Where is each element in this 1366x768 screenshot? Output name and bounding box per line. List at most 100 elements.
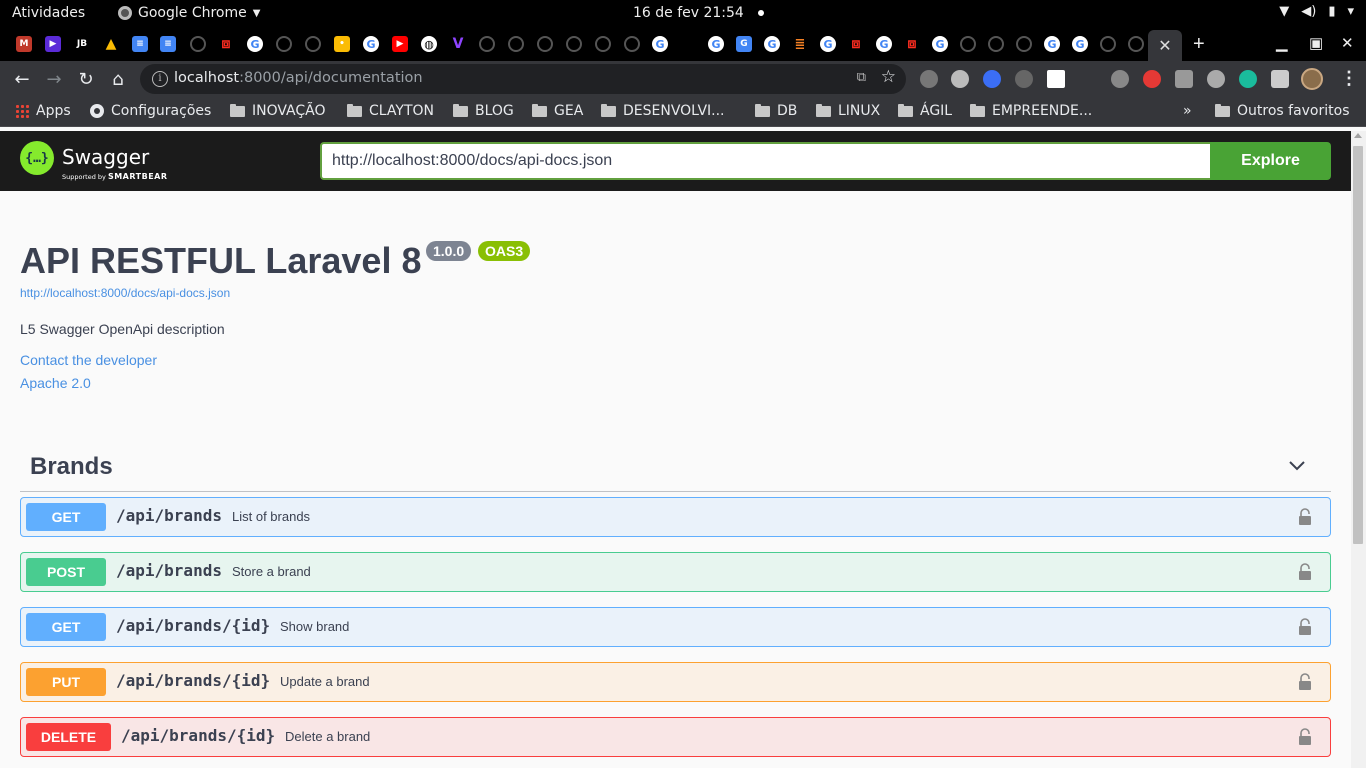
minimize-window-icon[interactable]: ▁ bbox=[1276, 34, 1288, 52]
browser-menu-icon[interactable]: ⋮ bbox=[1340, 68, 1358, 89]
extension-check-icon[interactable] bbox=[983, 70, 1001, 88]
maximize-window-icon[interactable]: ▣ bbox=[1309, 34, 1323, 52]
bookmark-folder[interactable]: INOVAÇÃO bbox=[230, 103, 326, 119]
lock-icon[interactable] bbox=[1298, 673, 1312, 691]
github-tab-icon[interactable] bbox=[595, 36, 611, 52]
translate-tab-icon[interactable]: G bbox=[736, 36, 752, 52]
back-button[interactable]: ← bbox=[9, 66, 35, 92]
extension-icon[interactable] bbox=[920, 70, 938, 88]
spec-url-input[interactable] bbox=[320, 142, 1212, 180]
bookmark-folder[interactable]: EMPREENDE... bbox=[970, 103, 1092, 119]
bookmark-folder[interactable]: ÁGIL bbox=[898, 103, 952, 119]
globe-tab-icon[interactable]: ◍ bbox=[421, 36, 437, 52]
system-tray[interactable]: ▼ ◀) ▮ ▾ bbox=[1279, 4, 1354, 19]
close-tab-icon[interactable]: ✕ bbox=[1158, 36, 1171, 56]
google-tab-icon[interactable]: G bbox=[247, 36, 263, 52]
operation-delete-brand[interactable]: DELETE /api/brands/{id} Delete a brand bbox=[20, 717, 1331, 757]
app-menu[interactable]: Google Chrome ▼ bbox=[118, 5, 260, 21]
play-tab-icon[interactable]: ▶ bbox=[45, 36, 61, 52]
lock-icon[interactable] bbox=[1298, 728, 1312, 746]
google-tab-icon[interactable]: G bbox=[764, 36, 780, 52]
address-url[interactable]: localhost:8000/api/documentation bbox=[174, 70, 423, 86]
github-tab-icon[interactable] bbox=[276, 36, 292, 52]
dropbox-extension-icon[interactable] bbox=[1015, 70, 1033, 88]
github-tab-icon[interactable] bbox=[624, 36, 640, 52]
docs-tab-icon[interactable]: ≡ bbox=[132, 36, 148, 52]
google-tab-icon[interactable]: G bbox=[708, 36, 724, 52]
extension-gear-icon[interactable] bbox=[951, 70, 969, 88]
lock-icon[interactable] bbox=[1298, 563, 1312, 581]
bookmark-folder[interactable]: DESENVOLVI... bbox=[601, 103, 725, 119]
github-tab-icon[interactable] bbox=[1128, 36, 1144, 52]
github-tab-icon[interactable] bbox=[960, 36, 976, 52]
gmail-tab-icon[interactable]: M bbox=[16, 36, 32, 52]
forward-button[interactable]: → bbox=[41, 66, 67, 92]
translate-icon[interactable]: ⧉ bbox=[857, 69, 866, 85]
google-tab-icon[interactable]: G bbox=[652, 36, 668, 52]
bookmark-folder[interactable]: DB bbox=[755, 103, 797, 119]
home-button[interactable]: ⌂ bbox=[105, 66, 131, 92]
jetbrains-tab-icon[interactable]: JB bbox=[74, 36, 90, 52]
drive-tab-icon[interactable]: ▲ bbox=[103, 36, 119, 52]
chevron-down-icon[interactable] bbox=[1287, 455, 1307, 475]
bookmark-folder[interactable]: CLAYTON bbox=[347, 103, 434, 119]
github-tab-icon[interactable] bbox=[305, 36, 321, 52]
extension-camera-icon[interactable] bbox=[1175, 70, 1193, 88]
docs-tab-icon[interactable]: ≡ bbox=[160, 36, 176, 52]
explore-button[interactable]: Explore bbox=[1210, 142, 1331, 180]
google-tab-icon[interactable]: G bbox=[1044, 36, 1060, 52]
extension-hand-icon[interactable] bbox=[1143, 70, 1161, 88]
active-tab[interactable]: ✕ bbox=[1148, 30, 1182, 61]
scroll-up-arrow-icon[interactable] bbox=[1354, 133, 1362, 138]
reload-button[interactable]: ↻ bbox=[73, 66, 99, 92]
spec-link[interactable]: http://localhost:8000/docs/api-docs.json bbox=[20, 286, 230, 300]
github-tab-icon[interactable] bbox=[508, 36, 524, 52]
google-tab-icon[interactable]: G bbox=[932, 36, 948, 52]
github-tab-icon[interactable] bbox=[566, 36, 582, 52]
github-tab-icon[interactable] bbox=[1016, 36, 1032, 52]
new-tab-button[interactable]: + bbox=[1193, 33, 1205, 56]
clock[interactable]: 16 de fev 21:54 bbox=[633, 5, 764, 21]
operation-put-brand[interactable]: PUT /api/brands/{id} Update a brand bbox=[20, 662, 1331, 702]
profile-avatar[interactable] bbox=[1301, 68, 1323, 90]
address-bar[interactable]: i localhost:8000/api/documentation ⧉ ☆ bbox=[140, 64, 906, 94]
bookmark-folder[interactable]: LINUX bbox=[816, 103, 880, 119]
operation-get-brands[interactable]: GET /api/brands List of brands bbox=[20, 497, 1331, 537]
github-tab-icon[interactable] bbox=[988, 36, 1004, 52]
youtube-tab-icon[interactable]: ▶ bbox=[392, 36, 408, 52]
stackoverflow-tab-icon[interactable]: ≣ bbox=[792, 36, 808, 52]
bookmark-star-icon[interactable]: ☆ bbox=[881, 67, 896, 87]
laravel-tab-icon[interactable]: ⧈ bbox=[904, 36, 920, 52]
laravel-tab-icon[interactable]: ⧈ bbox=[218, 36, 234, 52]
google-tab-icon[interactable]: G bbox=[820, 36, 836, 52]
extensions-puzzle-icon[interactable] bbox=[1271, 70, 1289, 88]
tag-section-header[interactable]: Brands bbox=[20, 441, 1331, 492]
google-tab-icon[interactable]: G bbox=[876, 36, 892, 52]
bookmark-folder[interactable]: GEA bbox=[532, 103, 583, 119]
bookmark-folder[interactable]: BLOG bbox=[453, 103, 514, 119]
github-tab-icon[interactable] bbox=[479, 36, 495, 52]
google-tab-icon[interactable]: G bbox=[363, 36, 379, 52]
license-link[interactable]: Apache 2.0 bbox=[20, 375, 91, 391]
lock-icon[interactable] bbox=[1298, 618, 1312, 636]
keep-tab-icon[interactable]: • bbox=[334, 36, 350, 52]
bookmarks-overflow-button[interactable]: » bbox=[1183, 103, 1192, 119]
github-tab-icon[interactable] bbox=[190, 36, 206, 52]
operation-get-brand-by-id[interactable]: GET /api/brands/{id} Show brand bbox=[20, 607, 1331, 647]
extension-page-icon[interactable] bbox=[1047, 70, 1065, 88]
site-info-icon[interactable]: i bbox=[152, 71, 168, 87]
laravel-tab-icon[interactable]: ⧈ bbox=[848, 36, 864, 52]
operation-post-brands[interactable]: POST /api/brands Store a brand bbox=[20, 552, 1331, 592]
github-tab-icon[interactable] bbox=[537, 36, 553, 52]
bookmark-configuracoes[interactable]: Configurações bbox=[90, 103, 211, 119]
vue-tab-icon[interactable]: V bbox=[450, 36, 466, 52]
close-window-icon[interactable]: ✕ bbox=[1341, 34, 1354, 52]
bookmark-apps[interactable]: Apps bbox=[15, 103, 71, 119]
activities-button[interactable]: Atividades bbox=[12, 5, 85, 21]
lock-icon[interactable] bbox=[1298, 508, 1312, 526]
bookmark-other-favorites[interactable]: Outros favoritos bbox=[1215, 103, 1350, 119]
scrollbar-thumb[interactable] bbox=[1353, 146, 1363, 544]
github-tab-icon[interactable] bbox=[1100, 36, 1116, 52]
extension-chat-icon[interactable] bbox=[1111, 70, 1129, 88]
contact-link[interactable]: Contact the developer bbox=[20, 352, 157, 368]
